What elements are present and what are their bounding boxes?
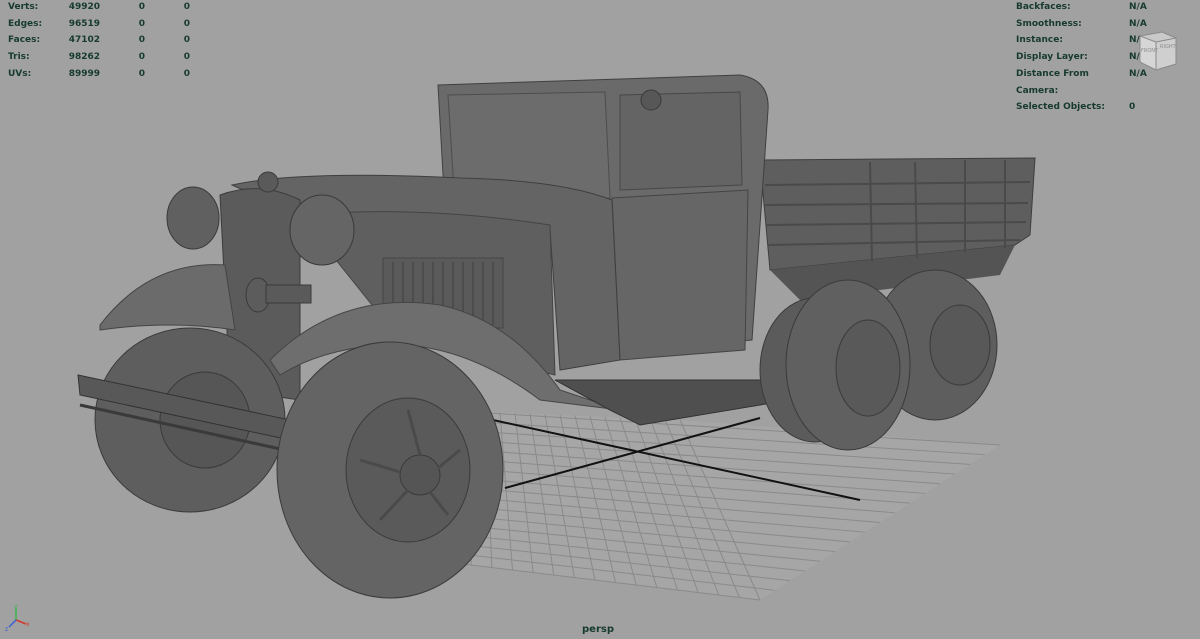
camera-name-label: persp <box>582 624 614 635</box>
hud-label: UVs: <box>8 68 32 79</box>
axis-y-label: y <box>14 603 18 610</box>
object-details-hud: Backfaces: N/A Smoothness: N/A Instance: N/A D… <box>1016 0 1147 116</box>
hud-row-selected-objects: Selected Objects: 0 <box>1016 99 1147 116</box>
hud-value: 0 <box>183 68 190 79</box>
hud-value: 47102 <box>68 35 100 46</box>
hud-label: Verts: <box>8 2 39 12</box>
hud-value: 0 <box>1129 102 1136 113</box>
hud-value: 0 <box>183 35 190 46</box>
hud-label: Faces: <box>8 35 41 46</box>
hud-row-verts: Verts: 49920 0 0 <box>8 0 190 16</box>
hud-row-uvs: UVs: 89999 0 0 <box>8 66 190 83</box>
hud-label: Backfaces: <box>1016 2 1071 12</box>
ground-grid <box>429 409 1001 601</box>
hud-row-faces: Faces: 47102 0 0 <box>8 32 190 49</box>
hud-value: 0 <box>183 52 190 63</box>
hud-value: 0 <box>138 18 145 29</box>
hud-row-instance: Instance: N/A <box>1016 32 1147 49</box>
hud-label: Selected Objects: <box>1016 102 1105 113</box>
hud-label: Display Layer: <box>1016 52 1088 63</box>
viewport-persp[interactable]: Verts: 49920 0 0 Edges: 96519 0 0 Faces: 47102 0 0 T… <box>0 0 1200 639</box>
axis-z-label: z <box>5 626 8 632</box>
hud-row-distance-from-camera: Distance From Camera: N/A <box>1016 66 1147 99</box>
hud-value: 0 <box>138 2 145 12</box>
hud-value: 0 <box>138 35 145 46</box>
view-cube-right-label: RIGHT <box>1160 44 1177 50</box>
view-cube-front-label: FRONT <box>1141 48 1159 54</box>
hud-row-backfaces: Backfaces: N/A <box>1016 0 1147 16</box>
axis-x-label: x <box>26 621 30 628</box>
hud-value: 0 <box>183 18 190 29</box>
hud-value: 0 <box>138 52 145 63</box>
hud-value: 98262 <box>68 52 100 63</box>
poly-count-hud: Verts: 49920 0 0 Edges: 96519 0 0 Faces: 47102 0 0 T… <box>8 0 190 83</box>
hud-value: 49920 <box>68 2 100 12</box>
hud-value: N/A <box>1129 2 1147 12</box>
hud-label: Smoothness: <box>1016 18 1082 29</box>
view-cube[interactable]: FRONT RIGHT <box>1136 28 1182 72</box>
hud-label: Tris: <box>8 52 30 63</box>
hud-label: Edges: <box>8 18 43 29</box>
hud-label: Instance: <box>1016 35 1063 46</box>
axis-gizmo: y x z <box>5 603 30 632</box>
hud-row-edges: Edges: 96519 0 0 <box>8 16 190 33</box>
hud-value: 96519 <box>68 18 100 29</box>
hud-row-smoothness: Smoothness: N/A <box>1016 16 1147 33</box>
hud-value: 0 <box>183 2 190 12</box>
hud-row-display-layer: Display Layer: N/A <box>1016 49 1147 66</box>
hud-label: Distance From Camera: <box>1016 68 1089 96</box>
hud-value: 0 <box>138 68 145 79</box>
hud-row-tris: Tris: 98262 0 0 <box>8 49 190 66</box>
hud-value: 89999 <box>68 68 100 79</box>
